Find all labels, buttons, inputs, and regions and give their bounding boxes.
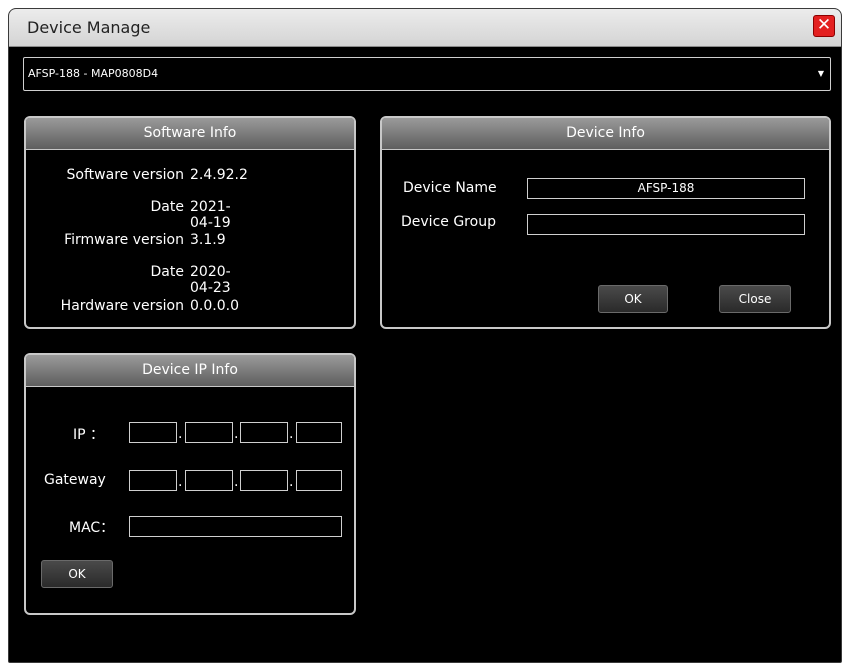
ip-dot-2: . [234,426,239,442]
close-x-icon: ✕ [816,15,832,35]
software-info-panel: Software Info Software version 2.4.92.2 … [24,116,356,329]
software-date-label: Date [150,199,184,215]
mac-field[interactable] [129,516,342,537]
caret-down-icon[interactable]: ▼ [818,58,824,90]
device-info-panel: Device Info Device Name AFSP-188 Device … [380,116,831,329]
device-info-header: Device Info [382,118,829,150]
ip-label: IP ： [73,427,105,443]
device-ip-info-header: Device IP Info [26,355,354,387]
device-group-label: Device Group [401,214,496,230]
ip-dot-1: . [178,426,183,442]
software-info-header: Software Info [26,118,354,150]
title-bar: Device Manage ✕ [9,9,841,47]
firmware-version-label: Firmware version [64,232,184,248]
firmware-date-label: Date [150,264,184,280]
device-name-label: Device Name [403,180,497,196]
close-window-button[interactable]: ✕ [813,15,835,37]
device-info-ok-button[interactable]: OK [598,285,668,313]
device-manage-window: Device Manage ✕ AFSP-188 - MAP0808D4 ▼ S… [8,8,842,663]
gateway-octet-1[interactable] [129,470,177,491]
ip-info-ok-button[interactable]: OK [41,560,113,588]
gateway-dot-3: . [289,474,294,490]
firmware-version-value: 3.1.9 [190,232,226,248]
gateway-dot-1: . [178,474,183,490]
hardware-version-value: 0.0.0.0 [190,298,239,314]
gateway-label: Gateway [44,472,106,488]
ip-dot-3: . [289,426,294,442]
gateway-dot-2: . [234,474,239,490]
window-title: Device Manage [27,18,151,37]
ip-octet-4[interactable] [296,422,342,443]
device-ip-info-panel: Device IP Info IP ： . . . Gateway . . . … [24,353,356,615]
gateway-octet-3[interactable] [240,470,288,491]
mac-label: MAC： [69,520,115,536]
software-version-value: 2.4.92.2 [190,167,248,183]
device-group-field[interactable] [527,214,805,235]
ip-octet-2[interactable] [185,422,233,443]
gateway-octet-4[interactable] [296,470,342,491]
software-version-label: Software version [66,167,184,183]
ip-octet-1[interactable] [129,422,177,443]
ip-octet-3[interactable] [240,422,288,443]
firmware-date-value: 2020-04-23 [190,264,231,296]
device-info-close-button[interactable]: Close [719,285,791,313]
device-name-field[interactable]: AFSP-188 [527,178,805,199]
software-date-value: 2021-04-19 [190,199,231,231]
hardware-version-label: Hardware version [60,298,184,314]
device-selector[interactable]: AFSP-188 - MAP0808D4 ▼ [23,57,831,91]
gateway-octet-2[interactable] [185,470,233,491]
device-selector-value: AFSP-188 - MAP0808D4 [28,67,159,80]
